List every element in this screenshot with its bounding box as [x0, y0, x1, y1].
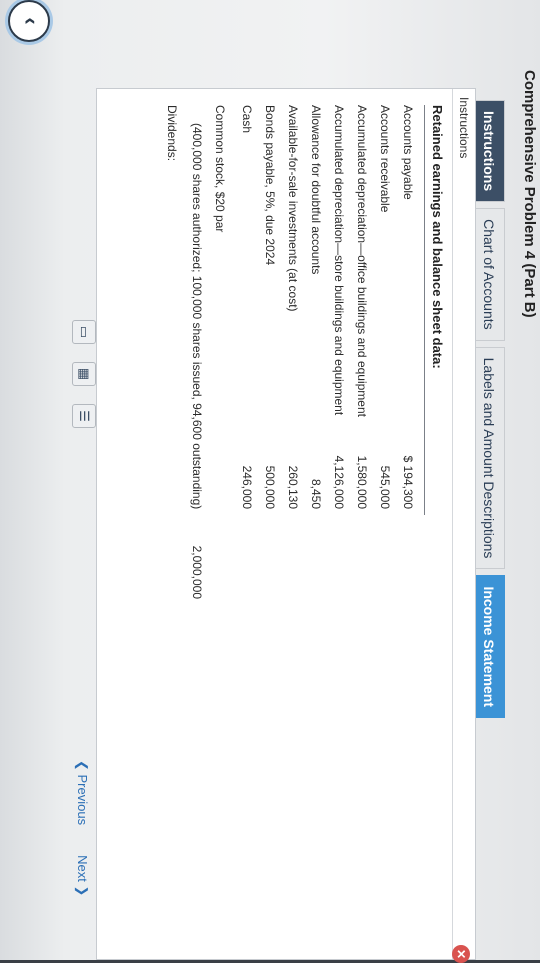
item-amount: 260,130 [286, 465, 300, 509]
item-amount: 2,000,000 [190, 545, 204, 599]
item-amount: 545,000 [378, 465, 392, 509]
tab-labels-and-amount-descriptions[interactable]: Labels and Amount Descriptions [474, 346, 505, 570]
tab-income-statement[interactable]: Income Statement [474, 575, 505, 719]
item-label: Dividends: [165, 105, 179, 162]
previous-link[interactable]: ❮ Previous [74, 760, 90, 825]
item-label: Bonds payable, 5%, due 2024 [263, 105, 277, 266]
item-label: Cash [240, 105, 254, 134]
tab-instructions[interactable]: Instructions [474, 100, 505, 203]
item-label: Allowance for doubtful accounts [309, 105, 323, 275]
section-title: Retained earnings and balance sheet data… [430, 105, 445, 369]
grid-icon[interactable]: ▦ [72, 362, 96, 386]
menu-icon[interactable]: ☰ [72, 404, 96, 428]
item-amount: 500,000 [263, 465, 277, 509]
item-amount: 246,000 [240, 465, 254, 509]
tab-chart-of-accounts[interactable]: Chart of Accounts [474, 208, 505, 341]
item-amount: 1,580,000 [355, 455, 369, 509]
panel-toolbar: ▭ ▦ ☰ [72, 320, 96, 428]
page-title: Comprehensive Problem 4 (Part B) [521, 70, 538, 318]
chevron-left-icon[interactable]: ‹ [8, 0, 50, 42]
footer-nav: ❮ Previous Next ❯ [74, 760, 90, 896]
divider [424, 105, 425, 515]
rotated-content: Comprehensive Problem 4 (Part B) Instruc… [0, 0, 540, 963]
item-amount: $ 194,300 [401, 455, 415, 509]
tab-bar: Instructions Chart of Accounts Labels an… [474, 100, 505, 719]
item-label: Available-for-sale investments (at cost) [286, 105, 300, 312]
screen: Comprehensive Problem 4 (Part B) Instruc… [0, 0, 540, 963]
item-amount: 8,450 [309, 478, 323, 509]
item-label: Common stock, $20 par [213, 105, 227, 233]
item-label: (400,000 shares authorized; 100,000 shar… [190, 123, 204, 510]
next-link[interactable]: Next ❯ [74, 855, 90, 896]
item-label: Accumulated depreciation—office building… [355, 105, 369, 417]
close-icon[interactable]: ✕ [452, 945, 470, 963]
expand-icon[interactable]: ▭ [72, 320, 96, 344]
item-label: Accounts payable [401, 105, 415, 200]
item-amount: 4,126,000 [332, 455, 346, 509]
item-label: Accumulated depreciation—store buildings… [332, 105, 346, 416]
instructions-panel: Instructions Retained earnings and balan… [96, 88, 476, 960]
item-label: Accounts receivable [378, 105, 392, 213]
panel-header: Instructions [452, 89, 475, 959]
